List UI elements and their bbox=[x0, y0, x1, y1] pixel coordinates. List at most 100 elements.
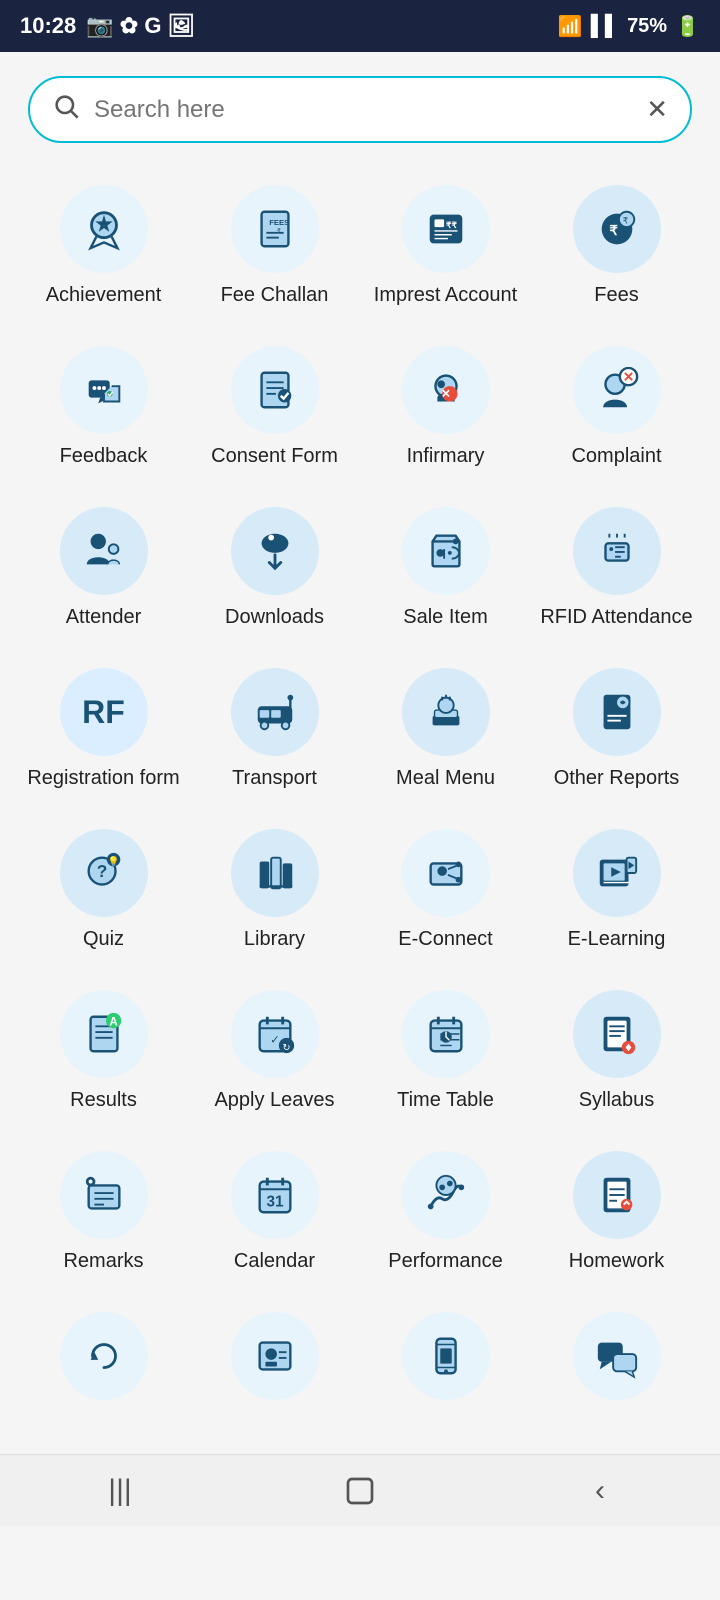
rfid-attendance-label: RFID Attendance bbox=[540, 605, 692, 630]
results-label: Results bbox=[70, 1088, 137, 1113]
search-clear-button[interactable]: ✕ bbox=[646, 94, 668, 125]
grid-item-complaint[interactable]: ✕ Complaint bbox=[533, 330, 700, 483]
svg-text:FEES: FEES bbox=[269, 218, 289, 227]
apply-leaves-label: Apply Leaves bbox=[214, 1088, 334, 1113]
library-icon bbox=[231, 829, 319, 917]
transport-label: Transport bbox=[232, 766, 317, 791]
grid-item-other-reports[interactable]: Other Reports bbox=[533, 652, 700, 805]
search-input[interactable] bbox=[94, 96, 632, 124]
grid-item-e-connect[interactable]: E-Connect bbox=[362, 813, 529, 966]
e-learning-label: E-Learning bbox=[568, 927, 666, 952]
fee-challan-label: Fee Challan bbox=[221, 283, 329, 308]
svg-text:₹: ₹ bbox=[276, 227, 281, 235]
grid-item-syllabus[interactable]: Syllabus bbox=[533, 974, 700, 1127]
forward-nav-button[interactable]: ‹ bbox=[570, 1461, 630, 1521]
svg-text:↻: ↻ bbox=[282, 1042, 290, 1053]
imprest-account-icon: ₹₹ bbox=[402, 185, 490, 273]
home-nav-button[interactable] bbox=[330, 1461, 390, 1521]
apply-leaves-icon: ✓ ↻ bbox=[231, 990, 319, 1078]
status-left: 10:28 📷 ✿ G 🖼 bbox=[20, 13, 196, 39]
quiz-label: Quiz bbox=[83, 927, 124, 952]
grid-item-id-card[interactable] bbox=[191, 1296, 358, 1424]
consent-form-label: Consent Form bbox=[211, 444, 338, 469]
infirmary-icon: ✕ bbox=[402, 346, 490, 434]
chat-icon bbox=[573, 1312, 661, 1400]
fees-label: Fees bbox=[594, 283, 638, 308]
battery-icon: 🔋 bbox=[675, 14, 700, 39]
fees-icon: ₹ ₹ bbox=[573, 185, 661, 273]
signal-icon: ▌▌ bbox=[591, 15, 619, 38]
svg-text:31: 31 bbox=[266, 1194, 284, 1211]
calendar-icon: 31 bbox=[231, 1151, 319, 1239]
wifi-icon: 📶 bbox=[558, 14, 583, 39]
grid-item-attender[interactable]: Attender bbox=[20, 491, 187, 644]
time-table-label: Time Table bbox=[397, 1088, 494, 1113]
e-connect-icon bbox=[402, 829, 490, 917]
grid-item-e-learning[interactable]: E-Learning bbox=[533, 813, 700, 966]
grid-item-infirmary[interactable]: ✕ Infirmary bbox=[362, 330, 529, 483]
e-connect-label: E-Connect bbox=[398, 927, 493, 952]
sale-item-label: Sale Item bbox=[403, 605, 487, 630]
grid-item-consent-form[interactable]: Consent Form bbox=[191, 330, 358, 483]
grid-item-rfid-attendance[interactable]: RFID Attendance bbox=[533, 491, 700, 644]
grid-item-remarks[interactable]: Remarks bbox=[20, 1135, 187, 1288]
svg-text:A: A bbox=[109, 1016, 117, 1028]
grid-item-meal-menu[interactable]: Meal Menu bbox=[362, 652, 529, 805]
status-right: 📶 ▌▌ 75% 🔋 bbox=[558, 14, 700, 39]
grid-item-fees[interactable]: ₹ ₹ Fees bbox=[533, 169, 700, 322]
grid-item-performance[interactable]: Performance bbox=[362, 1135, 529, 1288]
performance-icon bbox=[402, 1151, 490, 1239]
search-icon bbox=[52, 92, 80, 127]
transport-icon bbox=[231, 668, 319, 756]
mobile-icon bbox=[402, 1312, 490, 1400]
grid-item-downloads[interactable]: Downloads bbox=[191, 491, 358, 644]
meal-menu-label: Meal Menu bbox=[396, 766, 495, 791]
grid-item-quiz[interactable]: ? 💡 Quiz bbox=[20, 813, 187, 966]
status-bar: 10:28 📷 ✿ G 🖼 📶 ▌▌ 75% 🔋 bbox=[0, 0, 720, 52]
sale-item-icon bbox=[402, 507, 490, 595]
grid-item-results[interactable]: A Results bbox=[20, 974, 187, 1127]
svg-text:✕: ✕ bbox=[622, 369, 633, 384]
grid-item-chat[interactable] bbox=[533, 1296, 700, 1424]
other-reports-icon bbox=[573, 668, 661, 756]
time: 10:28 bbox=[20, 13, 76, 39]
id-card-icon bbox=[231, 1312, 319, 1400]
grid-item-registration-form[interactable]: RF Registration form bbox=[20, 652, 187, 805]
search-bar: ✕ bbox=[28, 76, 692, 143]
grid-item-achievement[interactable]: Achievement bbox=[20, 169, 187, 322]
grid-item-time-table[interactable]: Time Table bbox=[362, 974, 529, 1127]
grid-item-imprest-account[interactable]: ₹₹ Imprest Account bbox=[362, 169, 529, 322]
grid-item-mobile[interactable] bbox=[362, 1296, 529, 1424]
results-icon: A bbox=[60, 990, 148, 1078]
infirmary-label: Infirmary bbox=[407, 444, 485, 469]
grid-item-sync[interactable] bbox=[20, 1296, 187, 1424]
grid-item-feedback[interactable]: Feedback bbox=[20, 330, 187, 483]
grid-item-library[interactable]: Library bbox=[191, 813, 358, 966]
svg-text:₹: ₹ bbox=[609, 223, 618, 238]
grid-item-fee-challan[interactable]: FEES ₹ Fee Challan bbox=[191, 169, 358, 322]
back-nav-button[interactable]: ||| bbox=[90, 1461, 150, 1521]
grid-item-calendar[interactable]: 31 Calendar bbox=[191, 1135, 358, 1288]
homework-icon bbox=[573, 1151, 661, 1239]
grid-item-apply-leaves[interactable]: ✓ ↻ Apply Leaves bbox=[191, 974, 358, 1127]
grid-item-homework[interactable]: Homework bbox=[533, 1135, 700, 1288]
complaint-icon: ✕ bbox=[573, 346, 661, 434]
registration-form-label: Registration form bbox=[27, 766, 179, 791]
search-container: ✕ bbox=[0, 52, 720, 159]
feedback-icon bbox=[60, 346, 148, 434]
e-learning-icon bbox=[573, 829, 661, 917]
other-reports-label: Other Reports bbox=[554, 766, 680, 791]
registration-form-icon: RF bbox=[60, 668, 148, 756]
attender-label: Attender bbox=[66, 605, 142, 630]
calendar-label: Calendar bbox=[234, 1249, 315, 1274]
fee-challan-icon: FEES ₹ bbox=[231, 185, 319, 273]
grid-item-sale-item[interactable]: Sale Item bbox=[362, 491, 529, 644]
imprest-account-label: Imprest Account bbox=[374, 283, 517, 308]
syllabus-icon bbox=[573, 990, 661, 1078]
svg-text:💡: 💡 bbox=[107, 855, 119, 867]
sync-icon bbox=[60, 1312, 148, 1400]
svg-text:✓: ✓ bbox=[270, 1035, 280, 1047]
svg-text:₹₹: ₹₹ bbox=[446, 220, 457, 230]
grid-item-transport[interactable]: Transport bbox=[191, 652, 358, 805]
achievement-icon bbox=[60, 185, 148, 273]
